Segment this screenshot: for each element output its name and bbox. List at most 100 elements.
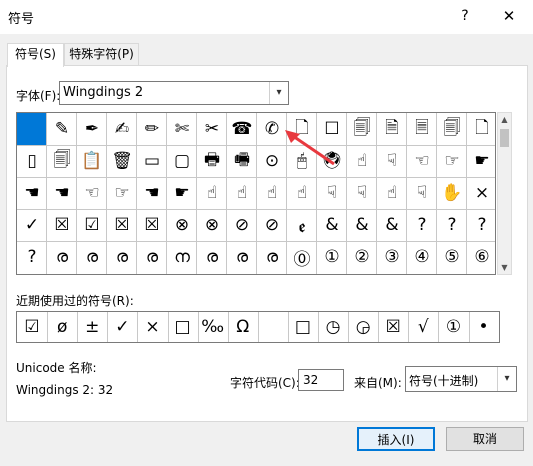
help-button[interactable]: ? bbox=[456, 6, 474, 26]
symbol-cell[interactable]: ☟ bbox=[317, 177, 347, 209]
symbol-cell[interactable]: ☜ bbox=[77, 177, 107, 209]
symbol-cell[interactable]: & bbox=[377, 209, 407, 241]
chevron-down-icon[interactable]: ▾ bbox=[269, 82, 288, 104]
symbol-cell[interactable]: ✏ bbox=[137, 113, 167, 145]
symbol-cell[interactable]: ⑤ bbox=[437, 241, 467, 273]
symbol-cell[interactable]: ⓪ bbox=[287, 241, 317, 273]
symbol-cell[interactable]: ☝ bbox=[377, 177, 407, 209]
symbol-cell[interactable]: 🗋 bbox=[467, 113, 497, 145]
symbol-cell[interactable]: 🗎 bbox=[377, 113, 407, 145]
symbol-cell[interactable]: ☞ bbox=[107, 177, 137, 209]
recent-symbol-cell[interactable]: □ bbox=[288, 312, 318, 342]
symbol-cell[interactable]: 🖷 bbox=[227, 145, 257, 177]
symbol-cell[interactable]: ☒ bbox=[107, 209, 137, 241]
symbol-cell[interactable]: ര bbox=[137, 241, 167, 273]
symbol-cell[interactable]: ര bbox=[227, 241, 257, 273]
recent-symbol-cell[interactable] bbox=[258, 312, 288, 342]
symbol-cell[interactable]: ര bbox=[197, 241, 227, 273]
symbol-cell[interactable]: ꬲ bbox=[287, 209, 317, 241]
symbol-cell[interactable]: ⑥ bbox=[467, 241, 497, 273]
symbol-cell[interactable]: ☒ bbox=[137, 209, 167, 241]
symbol-cell[interactable]: ✓ bbox=[17, 209, 47, 241]
recent-symbols[interactable]: ☑ ø ± ✓ × □ ‰ Ω □ ◷ ◶ ☒ √ ① • bbox=[16, 311, 500, 343]
symbol-cell[interactable]: 🗏 bbox=[407, 113, 437, 145]
symbol-cell[interactable]: ✎ bbox=[47, 113, 77, 145]
symbol-cell[interactable]: 🖶 bbox=[197, 145, 227, 177]
font-select[interactable]: Wingdings 2 ▾ bbox=[59, 81, 289, 105]
symbol-cell[interactable]: ? bbox=[17, 241, 47, 273]
symbol-cell[interactable]: ? bbox=[467, 209, 497, 241]
symbol-cell[interactable]: ? bbox=[437, 209, 467, 241]
recent-symbol-cell[interactable]: ☑ bbox=[17, 312, 47, 342]
symbol-cell[interactable]: ▯ bbox=[17, 145, 47, 177]
symbol-cell[interactable]: ✄ bbox=[167, 113, 197, 145]
symbol-cell[interactable]: ✒ bbox=[77, 113, 107, 145]
symbol-cell[interactable]: ☜ bbox=[407, 145, 437, 177]
symbol-cell[interactable]: ☚ bbox=[47, 177, 77, 209]
scroll-down-icon[interactable]: ▼ bbox=[498, 263, 511, 272]
symbol-cell[interactable]: ☛ bbox=[467, 145, 497, 177]
symbol-cell[interactable]: ② bbox=[347, 241, 377, 273]
recent-symbol-cell[interactable]: • bbox=[469, 312, 499, 342]
symbol-cell[interactable]: ① bbox=[317, 241, 347, 273]
symbol-cell[interactable]: ര bbox=[257, 241, 287, 273]
symbol-cell[interactable]: ര bbox=[77, 241, 107, 273]
symbol-cell[interactable]: & bbox=[347, 209, 377, 241]
symbol-cell[interactable]: ര bbox=[107, 241, 137, 273]
symbol-cell[interactable]: 🗑 bbox=[107, 145, 137, 177]
symbol-cell[interactable]: ⊘ bbox=[257, 209, 287, 241]
recent-symbol-cell[interactable]: √ bbox=[408, 312, 438, 342]
symbol-cell[interactable]: ④ bbox=[407, 241, 437, 273]
recent-symbol-cell[interactable]: ± bbox=[77, 312, 107, 342]
recent-symbol-cell[interactable]: □ bbox=[168, 312, 198, 342]
recent-symbol-cell[interactable]: ☒ bbox=[378, 312, 408, 342]
symbol-cell[interactable]: ☟ bbox=[407, 177, 437, 209]
cancel-button[interactable]: 取消 bbox=[446, 427, 524, 451]
symbol-cell[interactable]: ☚ bbox=[17, 177, 47, 209]
symbol-cell[interactable]: ☟ bbox=[377, 145, 407, 177]
symbol-cell[interactable]: 📋 bbox=[77, 145, 107, 177]
symbol-cell[interactable]: 🗐 bbox=[47, 145, 77, 177]
symbol-cell[interactable]: ☛ bbox=[167, 177, 197, 209]
from-select[interactable]: 符号(十进制) ▾ bbox=[405, 366, 517, 392]
recent-symbol-cell[interactable]: ø bbox=[47, 312, 77, 342]
insert-button[interactable]: 插入(I) bbox=[357, 427, 435, 451]
symbol-cell[interactable]: 🗐 bbox=[347, 113, 377, 145]
symbol-cell[interactable]: ✂ bbox=[197, 113, 227, 145]
symbol-cell[interactable]: ☟ bbox=[347, 177, 377, 209]
symbol-cell[interactable]: ✍ bbox=[107, 113, 137, 145]
symbol-cell[interactable]: ▢ bbox=[167, 145, 197, 177]
tab-special-characters[interactable]: 特殊字符(P) bbox=[64, 43, 139, 65]
symbol-cell[interactable]: ☝ bbox=[227, 177, 257, 209]
symbol-cell[interactable]: ☒ bbox=[47, 209, 77, 241]
symbol-cell[interactable]: ☝ bbox=[347, 145, 377, 177]
symbol-cell[interactable]: ✋ bbox=[437, 177, 467, 209]
symbol-cell[interactable]: ? bbox=[407, 209, 437, 241]
symbol-cell[interactable]: ⊘ bbox=[227, 209, 257, 241]
recent-symbol-cell[interactable]: ◶ bbox=[348, 312, 378, 342]
symbol-cell[interactable]: 🗐 bbox=[437, 113, 467, 145]
symbol-cell[interactable]: ന bbox=[167, 241, 197, 273]
recent-symbol-cell[interactable]: × bbox=[137, 312, 167, 342]
symbol-cell[interactable]: ③ bbox=[377, 241, 407, 273]
symbol-cell[interactable]: ☝ bbox=[197, 177, 227, 209]
char-code-input[interactable]: 32 bbox=[298, 369, 344, 391]
symbol-cell[interactable]: ⊗ bbox=[167, 209, 197, 241]
close-button[interactable]: ✕ bbox=[497, 6, 521, 26]
recent-symbol-cell[interactable]: Ω bbox=[228, 312, 258, 342]
symbol-cell[interactable]: ☞ bbox=[437, 145, 467, 177]
symbol-cell[interactable]: ☚ bbox=[137, 177, 167, 209]
symbol-cell[interactable]: ☝ bbox=[257, 177, 287, 209]
symbol-cell[interactable]: ▭ bbox=[137, 145, 167, 177]
symbol-cell[interactable]: ☝ bbox=[287, 177, 317, 209]
symbol-cell[interactable]: ⊗ bbox=[197, 209, 227, 241]
recent-symbol-cell[interactable]: ✓ bbox=[107, 312, 137, 342]
symbol-cell[interactable]: ☎ bbox=[227, 113, 257, 145]
scroll-up-icon[interactable]: ▲ bbox=[498, 115, 511, 124]
scroll-thumb[interactable] bbox=[500, 129, 509, 147]
chevron-down-icon[interactable]: ▾ bbox=[497, 367, 516, 391]
symbol-cell[interactable] bbox=[17, 113, 47, 145]
symbol-grid-scrollbar[interactable]: ▲ ▼ bbox=[497, 112, 512, 275]
symbol-cell[interactable]: ☑ bbox=[77, 209, 107, 241]
symbol-cell[interactable]: & bbox=[317, 209, 347, 241]
